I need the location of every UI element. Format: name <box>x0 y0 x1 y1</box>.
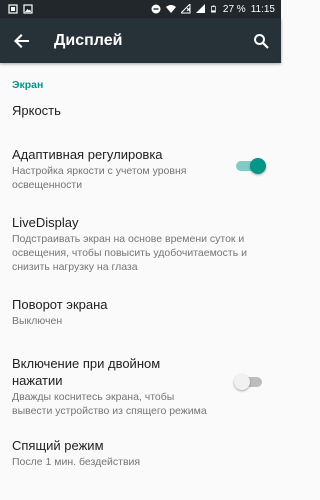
search-button[interactable] <box>241 18 281 63</box>
setting-livedisplay[interactable]: LiveDisplay Подстраивать экран на основе… <box>12 214 269 278</box>
double-tap-wake-toggle[interactable] <box>234 372 266 392</box>
setting-summary: После 1 мин. бездействия <box>12 456 141 468</box>
setting-title: Спящий режим <box>12 438 104 453</box>
setting-text: Включение при двойном нажатии Дважды кос… <box>12 355 212 418</box>
setting-title: Адаптивная регулировка <box>12 147 163 162</box>
setting-summary: Настройка яркости с учетом уровня освеще… <box>12 165 187 191</box>
image-icon <box>23 4 33 14</box>
toggle-thumb <box>250 158 266 174</box>
back-button[interactable] <box>0 18 44 63</box>
do-not-disturb-icon <box>151 4 161 14</box>
page-title: Дисплей <box>54 31 123 49</box>
setting-summary: Выключен <box>12 315 63 327</box>
setting-title: Включение при двойном нажатии <box>12 356 161 388</box>
wifi-icon <box>165 5 176 13</box>
setting-brightness[interactable]: Яркость <box>12 102 269 134</box>
toggle-thumb <box>234 374 250 390</box>
toolbar: Дисплей <box>0 18 281 63</box>
setting-rotation[interactable]: Поворот экрана Выключен <box>12 296 269 332</box>
setting-title: Яркость <box>12 103 61 118</box>
setting-summary: Подстраивать экран на основе времени сут… <box>12 233 247 273</box>
setting-sleep[interactable]: Спящий режим После 1 мин. бездействия <box>12 437 269 473</box>
setting-text: Поворот экрана Выключен <box>12 296 212 328</box>
section-header-screen: Экран <box>12 79 44 91</box>
arrow-back-icon <box>14 33 29 48</box>
setting-text: Спящий режим После 1 мин. бездействия <box>12 437 212 469</box>
status-left <box>8 4 33 14</box>
setting-text: Адаптивная регулировка Настройка яркости… <box>12 146 212 192</box>
battery-percent: 27 % <box>222 3 246 15</box>
status-right: 27 % 11:15 <box>151 4 275 15</box>
setting-title: LiveDisplay <box>12 215 79 230</box>
setting-double-tap-wake[interactable]: Включение при двойном нажатии Дважды кос… <box>12 355 269 417</box>
setting-text: Яркость <box>12 102 212 119</box>
setting-adaptive-brightness[interactable]: Адаптивная регулировка Настройка яркости… <box>12 146 269 194</box>
setting-title: Поворот экрана <box>12 297 108 312</box>
signal-no-sim-icon <box>180 4 191 14</box>
signal-icon <box>195 4 205 13</box>
setting-summary: Дважды коснитесь экрана, чтобы вывести у… <box>12 391 207 417</box>
search-icon <box>254 33 269 49</box>
adaptive-brightness-toggle[interactable] <box>234 156 266 176</box>
setting-text: LiveDisplay Подстраивать экран на основе… <box>12 214 269 274</box>
clock: 11:15 <box>250 3 275 15</box>
status-bar: 27 % 11:15 <box>0 0 281 18</box>
notification-box-icon <box>8 4 18 14</box>
battery-icon <box>210 5 216 13</box>
